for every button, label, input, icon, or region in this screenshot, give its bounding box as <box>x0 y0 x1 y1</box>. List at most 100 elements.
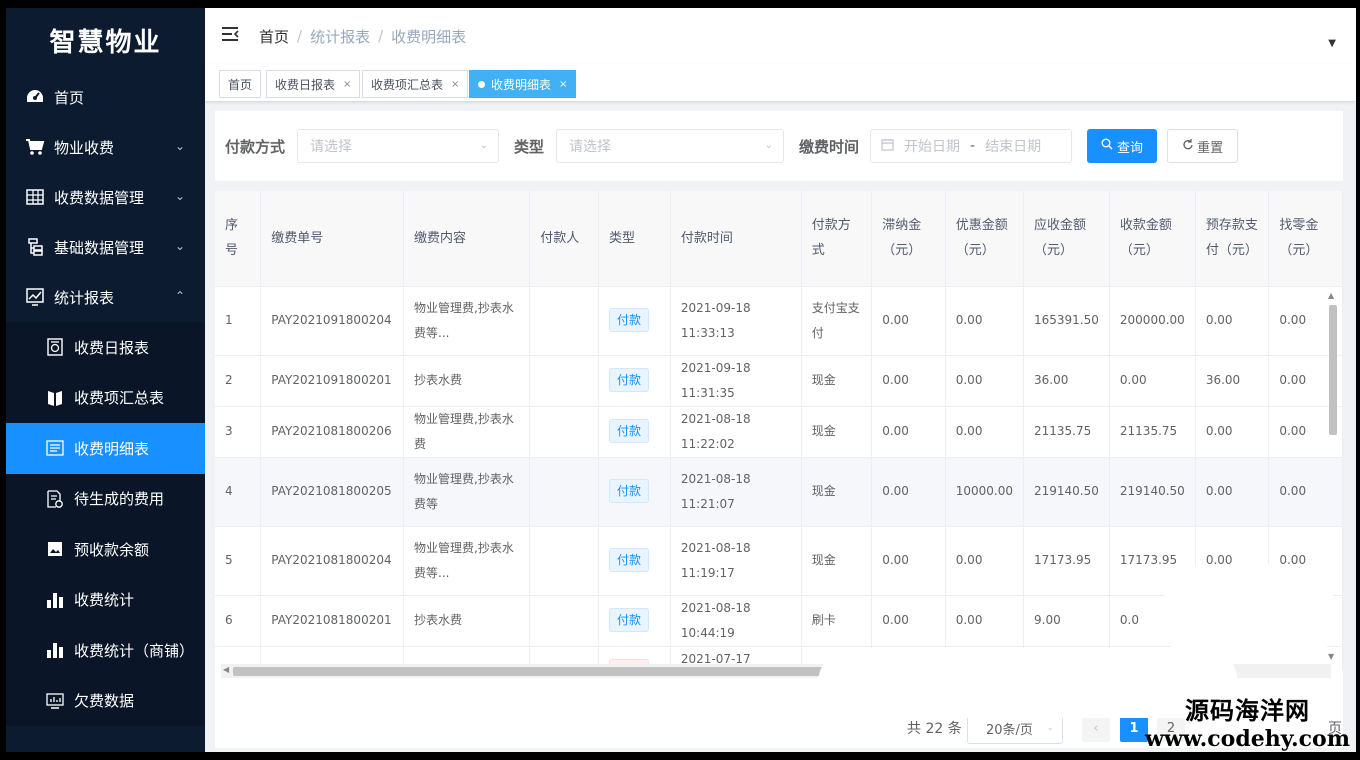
table-cell: 6 <box>215 595 262 647</box>
table-cell: 2021-08-18 11:22:02 <box>670 406 802 458</box>
sidebar-item-fee-data[interactable]: 收费数据管理 ⌄ <box>6 172 205 222</box>
end-date-placeholder[interactable]: 结束日期 <box>985 136 1041 156</box>
sidebar-subitem-pending-fees[interactable]: 待生成的费用 <box>6 473 205 524</box>
tag-label: 收费明细表 <box>491 77 552 92</box>
caret-down-icon[interactable]: ▼ <box>1328 38 1336 49</box>
sidebar-item-label: 物业收费 <box>54 138 115 157</box>
type-label: 类型 <box>514 137 545 156</box>
tag-label: 收费日报表 <box>275 77 336 92</box>
sidebar-item-label: 统计报表 <box>54 288 115 307</box>
sidebar-subitem-prepaid-balance[interactable]: 预收款余额 <box>6 524 205 575</box>
sidebar-subitem-fee-stats[interactable]: 收费统计 <box>6 574 205 625</box>
sidebar-item-reports[interactable]: 统计报表 ⌃ <box>6 272 205 322</box>
chevron-down-icon: ⌄ <box>174 239 185 253</box>
table-row[interactable]: 2 PAY2021091800201 抄表水费 付款 2021-09-18 11:31:… <box>215 355 1343 407</box>
table-cell <box>529 526 599 596</box>
table-cell: 17173.95 <box>1023 526 1110 596</box>
tag-daily-report[interactable]: 收费日报表 × <box>266 70 361 98</box>
sidebar-subitem-label: 预收款余额 <box>74 540 150 559</box>
tag-item-summary[interactable]: 收费项汇总表 × <box>362 70 469 98</box>
type-badge: 付款 <box>609 419 650 443</box>
scrollbar-thumb[interactable] <box>1329 305 1337 435</box>
table-cell: 36.00 <box>1195 355 1270 407</box>
sidebar-subitem-label: 收费明细表 <box>74 439 150 458</box>
type-select[interactable]: 请选择 ⌄ <box>556 129 785 163</box>
sidebar-subitem-label: 待生成的费用 <box>74 490 165 509</box>
table-row[interactable]: 1 PAY2021091800204 物业管理费,抄表水费等... 付款 2021-09… <box>215 286 1343 356</box>
reset-button[interactable]: 重置 <box>1167 129 1239 163</box>
table-cell: 物业管理费,抄表水费等... <box>403 526 531 596</box>
chevron-down-icon: ⌄ <box>174 189 185 203</box>
column-header: 缴费内容 <box>403 191 531 287</box>
type-cell: 付款 <box>598 595 671 647</box>
table-cell: 现金 <box>801 457 873 527</box>
search-button-label: 查询 <box>1117 140 1144 156</box>
type-badge: 付款 <box>609 368 650 392</box>
chevron-down-icon: ⌄ <box>479 140 489 151</box>
table-row[interactable]: 4 PAY2021081800205 物业管理费,抄表水费等 付款 2021-08-18… <box>215 457 1343 527</box>
table-cell: 物业管理费,抄表水费 <box>403 406 531 458</box>
tag-home[interactable]: 首页 <box>219 70 262 98</box>
scroll-down-icon[interactable]: ▼ <box>1328 652 1334 661</box>
list-icon <box>44 437 66 459</box>
column-header: 类型 <box>598 191 671 287</box>
breadcrumb-home[interactable]: 首页 <box>259 26 289 47</box>
table-cell: 2021-08-18 11:21:07 <box>670 457 802 527</box>
scroll-up-icon[interactable]: ▲ <box>1328 291 1334 300</box>
sidebar-subitem-label: 收费统计（商铺） <box>74 641 195 660</box>
close-icon[interactable]: × <box>559 79 567 90</box>
hamburger-icon[interactable] <box>221 26 241 47</box>
chevron-up-icon: ⌃ <box>174 289 185 303</box>
start-date-placeholder[interactable]: 开始日期 <box>904 136 960 156</box>
column-header: 优惠金额（元） <box>945 191 1025 287</box>
tag-detail-report[interactable]: 收费明细表 × <box>469 70 577 98</box>
sidebar-subitem-label: 收费项汇总表 <box>74 389 165 408</box>
prev-page-button[interactable]: ‹ <box>1082 714 1110 742</box>
table-header-row: 序号 缴费单号 缴费内容 付款人 类型 付款时间 付款方式 滞纳金（元） 优惠金… <box>215 191 1343 287</box>
sidebar: 智慧物业 首页 物业收费 ⌄ 收费数据管理 ⌄ 基础数据管理 ⌄ 统计报表 ⌃ … <box>6 8 205 752</box>
image-icon <box>44 538 66 560</box>
date-range-picker[interactable]: 开始日期 - 结束日期 <box>870 129 1073 163</box>
table-cell: 0.00 <box>871 526 946 596</box>
breadcrumb-reports[interactable]: 统计报表 <box>310 26 370 47</box>
sidebar-subitem-label: 欠费数据 <box>74 692 135 711</box>
table-cell: 21135.75 <box>1109 406 1196 458</box>
tag-label: 首页 <box>228 77 253 92</box>
app-frame: 智慧物业 首页 物业收费 ⌄ 收费数据管理 ⌄ 基础数据管理 ⌄ 统计报表 ⌃ … <box>6 8 1356 752</box>
chart-icon <box>24 286 46 308</box>
tags-view: 首页 收费日报表 × 收费项汇总表 × 收费明细表 × <box>205 64 1356 102</box>
table-cell: PAY2021081800206 <box>260 406 405 458</box>
chevron-down-icon: ⌄ <box>1046 723 1054 733</box>
sidebar-subitem-detail-report[interactable]: 收费明细表 <box>6 423 205 474</box>
watermark: 源码海洋网 www.codehy.com <box>1145 691 1350 752</box>
sidebar-subitem-daily-report[interactable]: 收费日报表 <box>6 322 205 373</box>
page-button[interactable]: 1 <box>1120 714 1148 742</box>
refresh-icon <box>1182 138 1193 154</box>
pay-time-label: 缴费时间 <box>799 137 860 156</box>
table-row[interactable]: 3 PAY2021081800206 物业管理费,抄表水费 付款 2021-08-18 … <box>215 406 1343 458</box>
table-cell: 0.00 <box>871 457 946 527</box>
sidebar-subitem-arrears[interactable]: 欠费数据 <box>6 675 205 726</box>
table-cell: 36.00 <box>1023 355 1110 407</box>
document-icon <box>44 488 66 510</box>
sidebar-subitem-fee-stats-shop[interactable]: 收费统计（商铺） <box>6 625 205 676</box>
sidebar-item-home[interactable]: 首页 <box>6 72 205 122</box>
table-cell: 0.00 <box>871 286 946 356</box>
sidebar-item-base-data[interactable]: 基础数据管理 ⌄ <box>6 222 205 272</box>
type-badge: 付款 <box>609 548 650 572</box>
sidebar-item-property-fee[interactable]: 物业收费 ⌄ <box>6 122 205 172</box>
active-dot-icon <box>478 80 485 88</box>
watermark-cn: 源码海洋网 <box>1185 697 1310 725</box>
scroll-left-icon[interactable]: ◀ <box>223 665 229 674</box>
table-cell: 2021-08-18 11:19:17 <box>670 526 802 596</box>
table-cell: 抄表水费 <box>403 595 531 647</box>
table-icon <box>24 186 46 208</box>
sidebar-subitem-label: 收费统计 <box>74 591 135 610</box>
type-cell: 付款 <box>598 406 671 458</box>
table-cell: 刷卡 <box>801 595 873 647</box>
pay-method-select[interactable]: 请选择 ⌄ <box>297 129 500 163</box>
close-icon[interactable]: × <box>343 79 351 90</box>
close-icon[interactable]: × <box>451 79 459 90</box>
sidebar-subitem-item-summary[interactable]: 收费项汇总表 <box>6 372 205 423</box>
search-button[interactable]: 查询 <box>1087 129 1158 163</box>
